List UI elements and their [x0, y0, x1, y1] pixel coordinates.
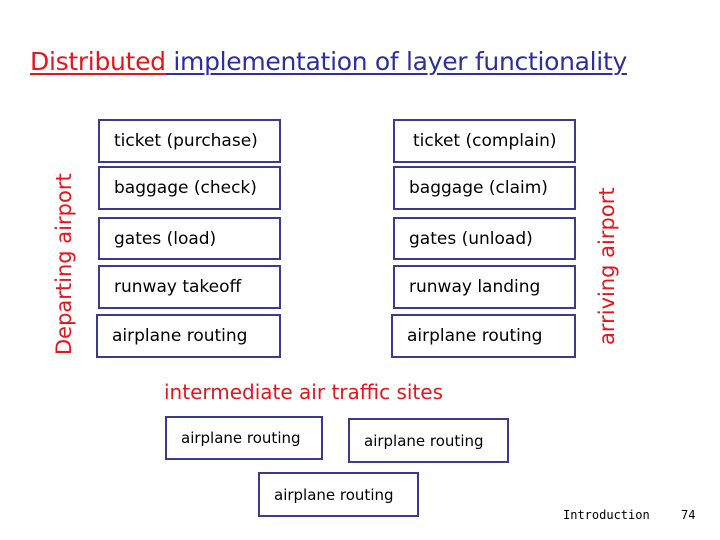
- arriving-layer-baggage: baggage (claim): [393, 166, 576, 210]
- arriving-layer-runway: runway landing: [393, 265, 576, 309]
- departing-airport-label: Departing airport: [52, 173, 76, 355]
- title-rest: implementation of layer functionality: [165, 47, 627, 76]
- slide-title: Distributed implementation of layer func…: [30, 47, 627, 76]
- arriving-airport-label: arriving airport: [595, 187, 619, 345]
- arriving-layer-routing: airplane routing: [391, 314, 576, 358]
- intermediate-routing-box-1: airplane routing: [165, 416, 323, 460]
- arriving-layer-ticket: ticket (complain): [393, 119, 576, 163]
- departing-layer-baggage: baggage (check): [98, 166, 281, 210]
- intermediate-sites-label: intermediate air traffic sites: [164, 380, 443, 404]
- departing-layer-ticket: ticket (purchase): [98, 119, 281, 163]
- intermediate-routing-box-3: airplane routing: [258, 472, 419, 517]
- title-highlight: Distributed: [30, 47, 166, 76]
- departing-layer-runway: runway takeoff: [98, 265, 281, 309]
- arriving-layer-gates: gates (unload): [393, 217, 576, 260]
- departing-layer-routing: airplane routing: [96, 314, 281, 358]
- footer-section: Introduction: [563, 508, 650, 522]
- departing-layer-gates: gates (load): [98, 217, 281, 260]
- page-number: 74: [681, 508, 696, 522]
- intermediate-routing-box-2: airplane routing: [348, 418, 509, 463]
